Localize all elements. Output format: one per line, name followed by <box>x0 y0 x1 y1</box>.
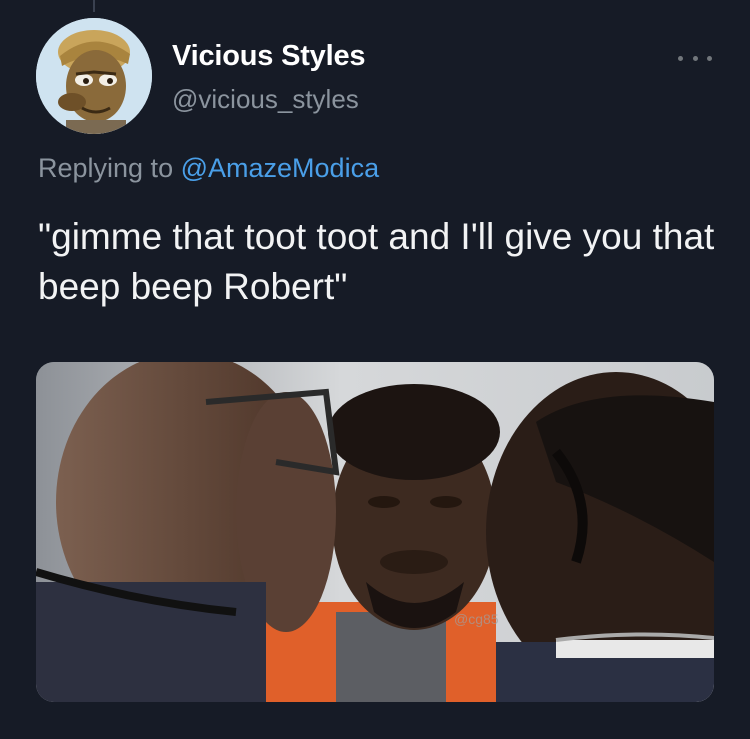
replying-to-line: Replying to @AmazeModica <box>38 153 379 184</box>
media-photo: @cg85 <box>36 362 714 702</box>
cartoon-avatar-icon <box>36 18 152 134</box>
avatar[interactable] <box>36 18 152 134</box>
more-options-icon[interactable] <box>678 48 712 68</box>
thread-connector-line <box>93 0 95 12</box>
tweet-card: Vicious Styles @vicious_styles Replying … <box>0 0 750 739</box>
author-handle[interactable]: @vicious_styles <box>172 84 359 115</box>
author-display-name[interactable]: Vicious Styles <box>172 40 366 73</box>
more-dot <box>692 55 698 61</box>
replying-to-label: Replying to <box>38 153 174 183</box>
reply-mention-link[interactable]: @AmazeModica <box>181 153 379 183</box>
tweet-text: "gimme that toot toot and I'll give you … <box>38 216 715 307</box>
media-watermark: @cg85 <box>454 611 499 627</box>
more-dot <box>707 55 712 61</box>
more-dot <box>678 55 683 61</box>
tweet-media-image[interactable]: @cg85 <box>36 362 714 702</box>
